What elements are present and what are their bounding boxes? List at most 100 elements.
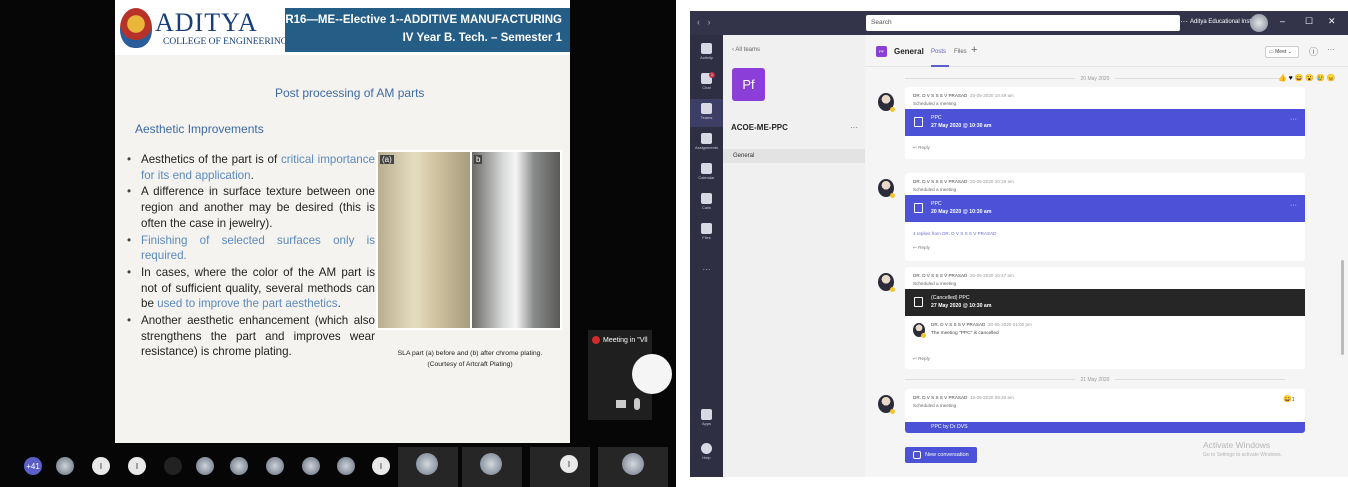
participant-tile[interactable]: I xyxy=(530,447,590,487)
channel-post[interactable]: DR. D V S S S V PRASAD 20-05-2020 10:29 … xyxy=(878,173,1305,261)
maximize-icon[interactable]: ☐ xyxy=(1305,16,1313,27)
tab-posts[interactable]: Posts xyxy=(931,49,946,55)
participant-avatar[interactable] xyxy=(302,457,320,475)
rail-calendar[interactable]: Calendar xyxy=(690,159,723,187)
participant-avatar[interactable] xyxy=(196,457,214,475)
rail-more-apps[interactable]: ··· xyxy=(690,259,723,287)
back-forward-buttons[interactable]: ‹ › xyxy=(697,17,711,27)
participant-avatar[interactable]: I xyxy=(128,457,146,475)
participant-avatar: I xyxy=(560,455,578,473)
channel-post[interactable]: DR. D V S S S V PRASAD 20-05-2020 10:47 … xyxy=(878,267,1305,369)
meeting-stage: ADITYA COLLEGE OF ENGINEERING R16—ME--El… xyxy=(0,0,676,487)
team-avatar: Pf xyxy=(732,68,765,101)
close-icon[interactable]: ✕ xyxy=(1328,16,1336,27)
course-semester: IV Year B. Tech. – Semester 1 xyxy=(402,32,562,44)
slide-bullet: Another aesthetic enhancement (which als… xyxy=(125,313,375,360)
slide-bullet: A difference in surface texture between … xyxy=(125,184,375,231)
search-input[interactable]: Search xyxy=(866,15,1180,31)
course-title: R16—ME--Elective 1--ADDITIVE MANUFACTURI… xyxy=(285,14,562,26)
reaction-bar[interactable]: 👍 ♥ 😄 😮 😢 😠 xyxy=(1278,74,1335,82)
calendar-icon xyxy=(914,203,923,213)
meeting-card[interactable]: PPC 20 May 2020 @ 10:30 am ··· xyxy=(905,195,1305,222)
meeting-mini-window[interactable]: Meeting in "Vll xyxy=(588,330,672,420)
rail-assignments[interactable]: Assignments xyxy=(690,129,723,157)
chrome-plating-photo: (a) b xyxy=(376,150,562,330)
rail-teams[interactable]: Teams xyxy=(690,99,723,127)
date-divider: 21 May 2020 xyxy=(885,377,1305,383)
replies-expander[interactable]: 4 replies from DR. D V S S S V PRASAD xyxy=(913,231,996,236)
participant-tile[interactable] xyxy=(598,447,668,487)
more-options-icon[interactable]: ··· xyxy=(1180,17,1188,26)
camera-icon[interactable] xyxy=(616,400,626,408)
college-logo-name: ADITYA xyxy=(155,8,258,37)
assignments-icon xyxy=(701,133,712,144)
screen-root: ADITYA COLLEGE OF ENGINEERING R16—ME--El… xyxy=(0,0,1348,487)
add-tab-icon[interactable]: + xyxy=(971,44,977,56)
participant-avatar[interactable] xyxy=(164,457,182,475)
meet-button[interactable]: ▭ Meet ⌄ xyxy=(1265,46,1299,58)
more-options-icon[interactable]: ··· xyxy=(1290,202,1297,209)
participant-tile[interactable] xyxy=(398,447,458,487)
participant-avatar[interactable] xyxy=(56,457,74,475)
calendar-icon xyxy=(701,163,712,174)
reaction-count[interactable]: 😄1 xyxy=(1283,395,1295,403)
recording-dot-icon xyxy=(592,336,600,344)
avatar xyxy=(632,354,672,394)
chat-unread-badge: 1 xyxy=(709,72,715,78)
app-rail: Activity 1 Chat Teams Assignments Calenda… xyxy=(690,35,723,477)
apps-icon xyxy=(701,409,712,420)
microphone-icon[interactable] xyxy=(634,398,640,410)
reply-button[interactable]: ↩ Reply xyxy=(913,245,930,251)
avatar xyxy=(878,395,895,414)
participant-avatar[interactable] xyxy=(266,457,284,475)
activate-windows-watermark: Activate Windows Go to Settings to activ… xyxy=(1203,440,1282,458)
calendar-icon xyxy=(914,117,923,127)
participant-avatar[interactable] xyxy=(230,457,248,475)
reply-button[interactable]: ↩ Reply xyxy=(913,145,930,151)
more-options-icon[interactable]: ··· xyxy=(1290,116,1297,123)
rail-help[interactable]: Help xyxy=(690,439,723,467)
teams-title-bar: ‹ › Search ··· Aditya Educational Instit… xyxy=(690,11,1348,35)
mini-window-label: Meeting in "Vll xyxy=(592,336,648,344)
channel-title: General xyxy=(894,47,924,56)
college-seal-logo xyxy=(120,8,152,48)
avatar xyxy=(480,453,502,475)
teams-window: ‹ › Search ··· Aditya Educational Instit… xyxy=(690,11,1348,477)
channel-main: PF General Posts Files + ▭ Meet ⌄ ⓘ ··· … xyxy=(865,35,1348,477)
channel-info-icon[interactable]: ⓘ xyxy=(1309,45,1318,58)
channel-item-general[interactable]: General xyxy=(723,149,865,163)
team-more-icon[interactable]: ··· xyxy=(850,123,858,132)
channel-header: PF General Posts Files + ▭ Meet ⌄ ⓘ ··· xyxy=(865,35,1348,67)
profile-avatar[interactable] xyxy=(1250,14,1268,32)
avatar xyxy=(416,453,438,475)
reply-button[interactable]: ↩ Reply xyxy=(913,356,930,362)
scrollbar[interactable] xyxy=(1341,260,1344,355)
more-participants-badge[interactable]: +41 xyxy=(24,457,42,475)
meeting-card[interactable]: PPC 27 May 2020 @ 10:30 am ··· xyxy=(905,109,1305,136)
meeting-card[interactable]: PPC by Dr DVS xyxy=(905,422,1305,433)
rail-activity[interactable]: Activity xyxy=(690,39,723,67)
rail-files[interactable]: Files xyxy=(690,219,723,247)
participant-tile[interactable] xyxy=(462,447,522,487)
participant-avatar[interactable]: I xyxy=(92,457,110,475)
channel-post[interactable]: DR. D V S S S V PRASAD 13-05-2020 09:40 … xyxy=(905,389,1305,433)
phone-icon xyxy=(701,193,712,204)
help-icon xyxy=(701,443,712,454)
tab-files[interactable]: Files xyxy=(954,49,967,55)
reply-message[interactable]: DR. D V S S S V PRASAD 20-05-2020 01:00 … xyxy=(913,320,1303,356)
cancelled-meeting-card[interactable]: (Cancelled) PPC 27 May 2020 @ 10:30 am xyxy=(905,289,1305,316)
channel-post[interactable]: DR. D V S S S V PRASAD 20-05-2020 10:49 … xyxy=(878,87,1305,159)
participant-avatar[interactable] xyxy=(337,457,355,475)
rail-chat[interactable]: 1 Chat xyxy=(690,69,723,97)
minimize-icon[interactable]: – xyxy=(1280,16,1285,26)
new-conversation-button[interactable]: New conversation xyxy=(905,447,977,463)
teams-icon xyxy=(701,103,712,114)
channel-more-icon[interactable]: ··· xyxy=(1327,45,1335,54)
rail-calls[interactable]: Calls xyxy=(690,189,723,217)
all-teams-link[interactable]: ‹ All teams xyxy=(732,47,760,53)
organization-name[interactable]: Aditya Educational Instit... xyxy=(1190,19,1259,25)
team-channel-pane: ‹ All teams Pf ACOE-ME-PPC ··· General xyxy=(723,35,865,477)
team-name: ACOE-ME-PPC xyxy=(731,123,788,132)
participant-avatar[interactable]: I xyxy=(372,457,390,475)
rail-apps[interactable]: Apps xyxy=(690,405,723,433)
